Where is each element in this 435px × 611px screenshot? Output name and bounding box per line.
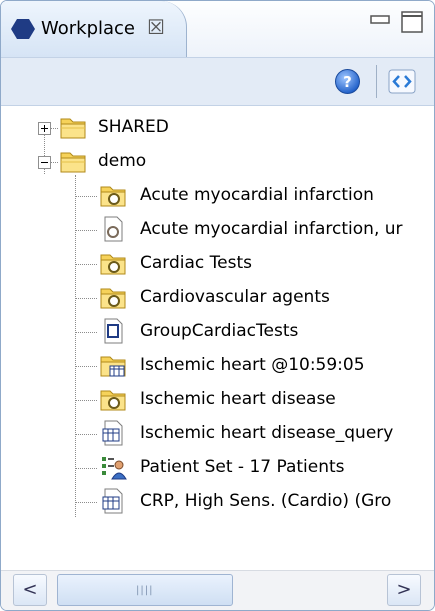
folder-search-icon — [100, 186, 126, 207]
tree-item[interactable]: Ischemic heart disease — [1, 383, 434, 417]
scroll-right-button[interactable]: > — [387, 574, 421, 606]
horizontal-scrollbar[interactable]: < |||| > — [1, 570, 434, 610]
view-toolbar: ? — [1, 57, 434, 106]
folder-icon — [60, 118, 86, 139]
tree-item-label: Ischemic heart disease_query — [140, 423, 394, 443]
tab-workplace[interactable]: Workplace ☒ — [1, 1, 187, 57]
tree-item-label: demo — [98, 151, 147, 171]
tree-item[interactable]: Cardiac Tests — [1, 247, 434, 281]
tree-item-label: SHARED — [98, 117, 169, 137]
tree-item[interactable]: Acute myocardial infarction — [1, 179, 434, 213]
tree-item-label: GroupCardiacTests — [140, 321, 299, 341]
view-title: Workplace — [41, 18, 136, 39]
collapse-icon[interactable] — [38, 156, 51, 169]
tree-item-label: Acute myocardial infarction, ur — [140, 219, 403, 239]
scroll-grip: |||| — [136, 585, 154, 596]
tree-item-shared[interactable]: SHARED — [1, 111, 434, 145]
patient-set-icon — [102, 457, 127, 480]
folder-search-icon — [100, 288, 126, 309]
tree-item-label: Cardiac Tests — [140, 253, 252, 273]
tree-item[interactable]: CRP, High Sens. (Cardio) (Gro — [1, 485, 434, 519]
folder-icon — [60, 152, 86, 173]
document-search-icon — [104, 216, 123, 242]
tree-item-label: Ischemic heart disease — [140, 389, 336, 409]
scroll-thumb[interactable]: |||| — [57, 574, 233, 606]
tree-item[interactable]: Ischemic heart disease_query — [1, 417, 434, 451]
tree-item[interactable]: Ischemic heart @10:59:05 — [1, 349, 434, 383]
close-icon[interactable]: ☒ — [147, 15, 165, 39]
svg-text:?: ? — [343, 73, 352, 91]
scroll-left-button[interactable]: < — [13, 574, 47, 606]
tree-item-label: CRP, High Sens. (Cardio) (Gro — [140, 491, 392, 511]
tree-item-label: Patient Set - 17 Patients — [140, 457, 345, 477]
workplace-tree: SHARED demo Acute myocardial infarction — [1, 105, 434, 563]
tree-item-label: Cardiovascular agents — [140, 287, 330, 307]
view-titlebar: Workplace ☒ — [1, 1, 434, 57]
document-table-icon — [102, 420, 123, 446]
folder-table-icon — [100, 356, 126, 377]
link-editor-icon[interactable] — [387, 68, 417, 95]
expand-icon[interactable] — [38, 122, 51, 135]
workplace-hexagon-icon — [11, 19, 35, 39]
tree-item[interactable]: Patient Set - 17 Patients — [1, 451, 434, 485]
tree-item-label: Ischemic heart @10:59:05 — [140, 355, 365, 375]
toolbar-separator — [376, 65, 377, 98]
tree-item[interactable]: GroupCardiacTests — [1, 315, 434, 349]
tree-item[interactable]: Cardiovascular agents — [1, 281, 434, 315]
document-table-icon — [102, 488, 123, 514]
document-icon — [104, 318, 123, 344]
help-icon[interactable]: ? — [334, 68, 361, 95]
tree-item[interactable]: Acute myocardial infarction, ur — [1, 213, 434, 247]
minimize-icon[interactable] — [370, 15, 390, 25]
tree-item-label: Acute myocardial infarction — [140, 185, 374, 205]
folder-search-icon — [100, 390, 126, 411]
workplace-view: Workplace ☒ ? SHARED demo Acute myocardi… — [0, 0, 435, 611]
maximize-icon[interactable] — [401, 11, 423, 33]
tree-item-demo[interactable]: demo — [1, 145, 434, 179]
folder-search-icon — [100, 254, 126, 275]
